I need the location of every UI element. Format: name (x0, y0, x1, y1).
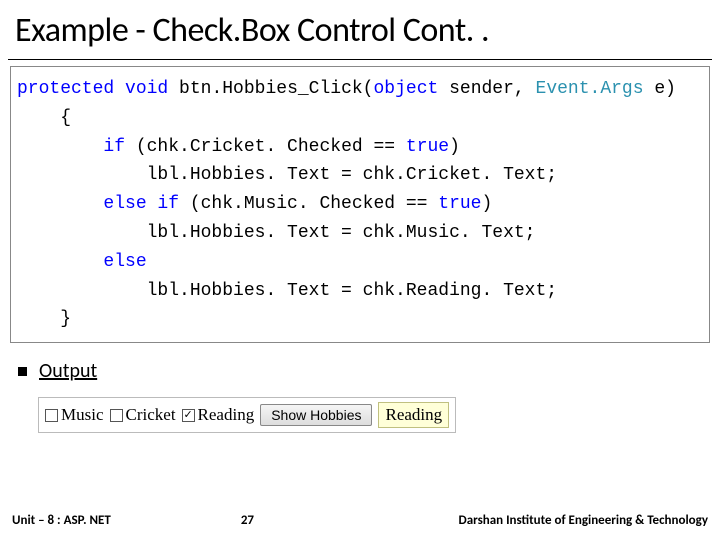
checkbox-cricket[interactable]: Cricket (110, 405, 176, 425)
output-demo: Music Cricket ✓ Reading Show Hobbies Rea… (38, 397, 456, 433)
code-text: btn.Hobbies_Click( (168, 79, 373, 99)
code-stmt: lbl.Hobbies. Text = chk.Cricket. Text; (17, 161, 703, 190)
kw-object: object (373, 79, 438, 99)
slide-title: Example - Check.Box Control Cont. . (0, 0, 720, 59)
checkbox-checked-icon: ✓ (182, 409, 195, 422)
code-text: e) (644, 79, 676, 99)
checkbox-label: Cricket (126, 405, 176, 425)
footer-unit: Unit – 8 : ASP. NET (12, 513, 111, 528)
checkbox-label: Music (61, 405, 104, 425)
kw-true: true (406, 137, 449, 157)
kw-elseif: else if (17, 194, 179, 214)
type-eventargs: Event.Args (536, 79, 644, 99)
code-stmt: lbl.Hobbies. Text = chk.Music. Text; (17, 219, 703, 248)
result-label: Reading (378, 402, 449, 428)
code-text: ) (482, 194, 493, 214)
code-block: protected void btn.Hobbies_Click(object … (10, 66, 710, 343)
slide-footer: Unit – 8 : ASP. NET 27 Darshan Institute… (0, 513, 720, 528)
footer-page-number: 27 (241, 513, 254, 528)
kw-if: if (17, 137, 125, 157)
code-text: sender, (438, 79, 535, 99)
checkbox-label: Reading (198, 405, 255, 425)
kw-protected: protected (17, 79, 114, 99)
output-label: Output (39, 359, 97, 383)
kw-else: else (17, 248, 703, 277)
code-text: (chk.Music. Checked == (179, 194, 438, 214)
kw-true: true (438, 194, 481, 214)
code-brace: { (17, 104, 703, 133)
code-stmt: lbl.Hobbies. Text = chk.Reading. Text; (17, 277, 703, 306)
output-heading: Output (18, 359, 702, 383)
code-brace: } (17, 305, 703, 334)
kw-void: void (125, 79, 168, 99)
checkbox-reading[interactable]: ✓ Reading (182, 405, 255, 425)
show-hobbies-button[interactable]: Show Hobbies (260, 404, 372, 426)
checkbox-icon (110, 409, 123, 422)
code-text: ) (449, 137, 460, 157)
bullet-icon (18, 367, 27, 376)
code-text: (chk.Cricket. Checked == (125, 137, 406, 157)
title-divider (8, 59, 712, 60)
checkbox-icon (45, 409, 58, 422)
footer-institute: Darshan Institute of Engineering & Techn… (459, 513, 709, 528)
checkbox-music[interactable]: Music (45, 405, 104, 425)
